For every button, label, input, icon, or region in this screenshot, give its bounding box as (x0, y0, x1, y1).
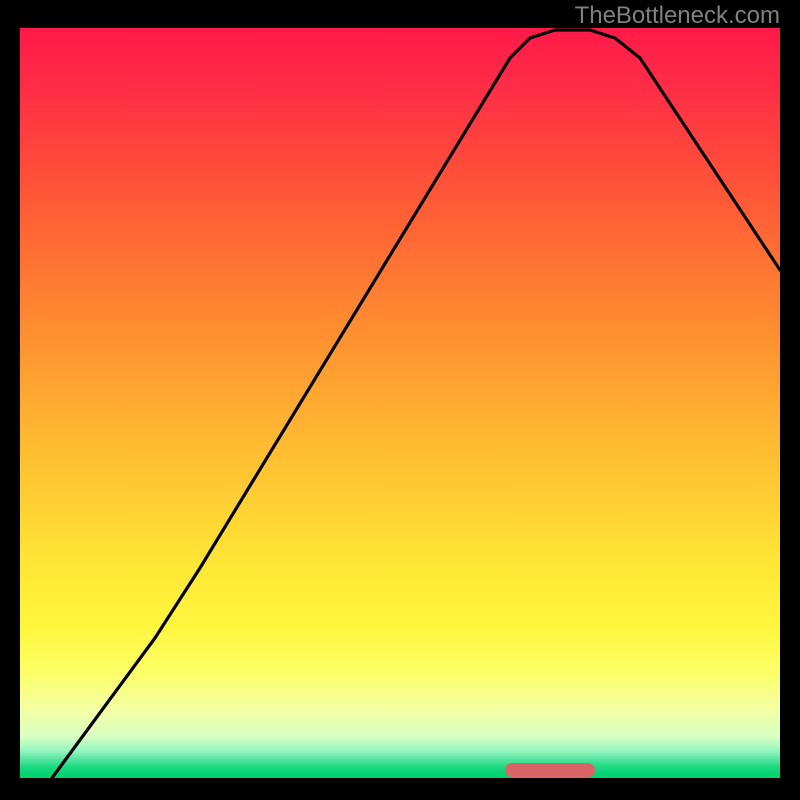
bottleneck-curve (20, 28, 780, 778)
chart-frame: TheBottleneck.com (0, 0, 800, 800)
plot-area (20, 28, 780, 778)
watermark-label: TheBottleneck.com (575, 2, 780, 30)
optimal-marker (505, 763, 595, 777)
